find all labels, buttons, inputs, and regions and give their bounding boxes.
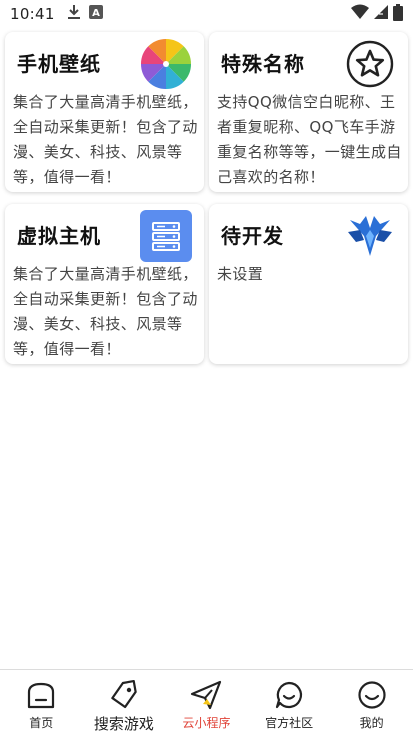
card-desc: 集合了大量高清手机壁纸，全自动采集更新！包含了动漫、美女、科技、风景等等，值得一… — [13, 93, 198, 186]
home-icon — [24, 678, 58, 712]
card-virtual-host[interactable]: 虚拟主机 集合了大量高清手机壁纸，全自动采集更新！包含了动漫、美女、科技、风景等… — [5, 204, 204, 364]
tag-icon — [107, 678, 141, 711]
tab-label: 云小程序 — [182, 716, 231, 730]
wifi-icon — [351, 4, 369, 24]
bottom-tab-bar: 首页 搜索游戏 云小程序 官方社区 我的 — [0, 669, 413, 734]
card-pending[interactable]: 待开发 未设置 — [209, 204, 408, 364]
card-wallpaper[interactable]: 手机壁纸 集合了大量高清手机壁纸，全自动采集更新！包含了动漫、美女、科技、风景等… — [5, 32, 204, 192]
status-bar: 10:41 A — [0, 0, 413, 28]
tab-home[interactable]: 首页 — [0, 670, 83, 734]
tab-profile[interactable]: 我的 — [330, 670, 413, 734]
svg-text:A: A — [92, 8, 100, 19]
tab-label: 搜索游戏 — [93, 715, 154, 733]
battery-icon — [393, 3, 403, 25]
app-notification-icon: A — [88, 5, 103, 23]
card-desc: 集合了大量高清手机壁纸，全自动采集更新！包含了动漫、美女、科技、风景等等，值得一… — [13, 265, 198, 358]
paper-plane-icon — [189, 678, 223, 712]
card-title: 特殊名称 — [221, 52, 305, 76]
smile-icon — [355, 678, 389, 712]
pinwheel-icon — [139, 37, 193, 91]
card-title: 手机壁纸 — [17, 52, 101, 76]
card-desc: 未设置 — [217, 265, 264, 283]
feature-grid: 手机壁纸 集合了大量高清手机壁纸，全自动采集更新！包含了动漫、美女、科技、风景等… — [5, 32, 408, 364]
wings-logo-icon — [343, 209, 397, 263]
server-icon — [139, 209, 193, 263]
signal-icon — [373, 4, 389, 24]
card-special-name[interactable]: 特殊名称 支持QQ微信空白昵称、王者重复昵称、QQ飞车手游重复名称等等，一键生成… — [209, 32, 408, 192]
card-title: 待开发 — [221, 224, 284, 248]
tab-cloud-miniprogram[interactable]: 云小程序 — [165, 670, 248, 734]
status-time: 10:41 — [10, 5, 55, 23]
tab-search-games[interactable]: 搜索游戏 — [83, 670, 166, 734]
tab-label: 首页 — [29, 716, 54, 730]
tab-label: 官方社区 — [265, 716, 314, 730]
tab-official-community[interactable]: 官方社区 — [248, 670, 331, 734]
card-title: 虚拟主机 — [17, 224, 101, 248]
tab-label: 我的 — [359, 716, 384, 730]
star-badge-icon — [343, 37, 397, 91]
status-notification-icons: A — [67, 4, 103, 24]
status-system-icons — [351, 3, 403, 25]
chat-smile-icon — [272, 678, 306, 712]
card-desc: 支持QQ微信空白昵称、王者重复昵称、QQ飞车手游重复名称等等，一键生成自己喜欢的… — [217, 93, 402, 186]
download-icon — [67, 4, 81, 24]
